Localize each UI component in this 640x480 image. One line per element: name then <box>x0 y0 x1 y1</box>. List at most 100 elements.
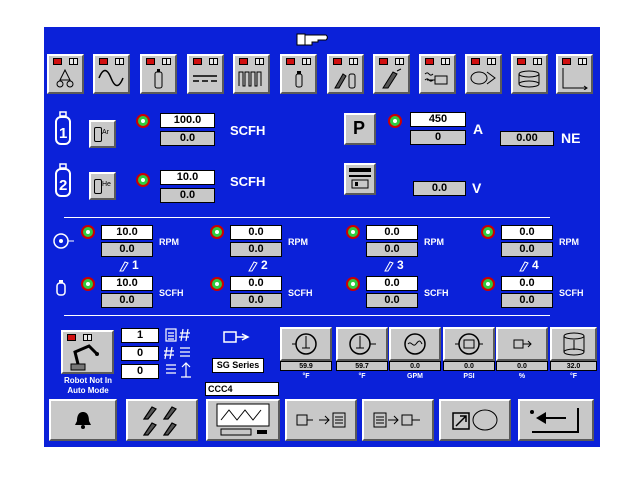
tank-temp-icon <box>563 332 584 356</box>
wire-gas-set-3[interactable]: 0.0 <box>366 276 418 291</box>
current-knob[interactable] <box>388 114 402 128</box>
red-flag-icon <box>471 58 480 65</box>
torch-icon <box>119 259 129 272</box>
wire-rpm-set-4[interactable]: 0.0 <box>501 225 553 240</box>
wire-rpm-actual-2: 0.0 <box>230 242 282 257</box>
gas-2-actual-value: 0.0 <box>160 188 215 203</box>
toolbar-button-9[interactable] <box>419 54 456 94</box>
sensor-unit-5: % <box>518 373 526 380</box>
gas-2-unit: SCFH <box>230 174 266 189</box>
power-p-button[interactable]: P <box>344 113 376 145</box>
counter-1[interactable]: 1 <box>121 328 159 343</box>
wire-gas-unit-3: SCFH <box>424 288 449 298</box>
wire-gas-set-4[interactable]: 0.0 <box>501 276 553 291</box>
red-flag-icon <box>425 58 434 65</box>
wire-rpm-knob-4[interactable] <box>481 225 495 239</box>
gas-1-type-button[interactable]: Ar <box>89 120 116 148</box>
wire-rpm-actual-4: 0.0 <box>501 242 553 257</box>
export-button[interactable] <box>285 399 357 441</box>
wire-gas-knob-3[interactable] <box>346 277 360 291</box>
sensor-button-4[interactable] <box>443 327 495 361</box>
wire-rpm-knob-3[interactable] <box>346 225 360 239</box>
red-flag-icon <box>67 334 76 341</box>
sensor-button-5[interactable] <box>496 327 548 361</box>
red-flag-icon <box>379 58 388 65</box>
wire-gas-actual-2: 0.0 <box>230 293 282 308</box>
pressure-gauge-icon <box>455 333 483 355</box>
wire-rpm-set-1[interactable]: 10.0 <box>101 225 153 240</box>
toolbar-button-5[interactable] <box>233 54 270 94</box>
toolbar-button-2[interactable] <box>93 54 130 94</box>
status-flag-icon <box>162 58 171 65</box>
current-actual-value: 0 <box>410 130 466 145</box>
toolbar-button-12[interactable] <box>556 54 593 94</box>
status-flag-icon <box>69 58 78 65</box>
wire-rpm-knob-1[interactable] <box>81 225 95 239</box>
wire-feed-icon <box>424 72 448 85</box>
gas-2-knob[interactable] <box>136 173 150 187</box>
divider <box>64 217 550 218</box>
counter-3[interactable]: 0 <box>121 364 159 379</box>
toolbar-button-10[interactable] <box>465 54 502 94</box>
wire-gas-knob-2[interactable] <box>210 277 224 291</box>
toolbar-button-7[interactable] <box>327 54 364 94</box>
robot-button[interactable] <box>61 330 114 374</box>
toolbar-button-3[interactable] <box>140 54 177 94</box>
multi-torch-button[interactable] <box>126 399 198 441</box>
counter-2[interactable]: 0 <box>121 346 159 361</box>
current-set-value[interactable]: 450 <box>410 112 466 127</box>
status-flag-icon <box>83 334 92 341</box>
toolbar-button-1[interactable] <box>47 54 84 94</box>
toolbar-button-6[interactable] <box>280 54 317 94</box>
thermometer-in-icon <box>292 333 317 355</box>
torch-icon <box>384 259 394 272</box>
torch-icon <box>248 259 258 272</box>
power-p-label: P <box>353 118 366 138</box>
wire-gas-set-2[interactable]: 0.0 <box>230 276 282 291</box>
status-flag-icon <box>487 58 496 65</box>
sensor-button-2[interactable] <box>336 327 388 361</box>
red-flag-icon <box>53 58 62 65</box>
wire-rpm-set-2[interactable]: 0.0 <box>230 225 282 240</box>
bottle-small-icon <box>295 71 303 88</box>
power-source-button[interactable] <box>344 163 376 195</box>
wire-rpm-knob-2[interactable] <box>210 225 224 239</box>
sensor-button-6[interactable] <box>550 327 597 361</box>
wire-gas-knob-4[interactable] <box>481 277 495 291</box>
series-label: SG Series <box>212 358 264 373</box>
bottle-small-icon <box>94 127 102 142</box>
sensor-unit-2: °F <box>358 373 366 380</box>
wire-gas-actual-3: 0.0 <box>366 293 418 308</box>
wire-gas-unit-4: SCFH <box>559 288 584 298</box>
sensor-unit-1: °F <box>302 373 310 380</box>
wire-rpm-unit-1: RPM <box>159 237 179 247</box>
pointing-hand-icon[interactable] <box>296 30 332 48</box>
gas-2-type-button[interactable]: He <box>89 172 116 200</box>
wire-gas-knob-1[interactable] <box>81 277 95 291</box>
sensor-button-3[interactable] <box>389 327 441 361</box>
return-button[interactable] <box>518 399 594 441</box>
gas-1-set-value[interactable]: 100.0 <box>160 113 215 128</box>
alarm-button[interactable] <box>49 399 117 441</box>
gas-1-knob[interactable] <box>136 114 150 128</box>
toolbar-button-4[interactable] <box>187 54 224 94</box>
window-button[interactable] <box>439 399 511 441</box>
sine-wave-icon <box>98 69 124 87</box>
welding-control-screen: 1 Ar 100.0 0.0 SCFH 2 He 10.0 0.0 SCFH P… <box>44 27 600 447</box>
display-screen-button[interactable] <box>206 399 280 441</box>
toolbar-button-11[interactable] <box>511 54 548 94</box>
wire-gas-set-1[interactable]: 10.0 <box>101 276 153 291</box>
toolbar-button-8[interactable] <box>373 54 410 94</box>
series-input[interactable]: CCC4 <box>205 382 279 396</box>
robot-arm-icon <box>70 344 99 371</box>
status-flag-icon <box>302 58 311 65</box>
import-button[interactable] <box>362 399 434 441</box>
bell-icon <box>75 412 91 429</box>
red-flag-icon <box>193 58 202 65</box>
red-flag-icon <box>239 58 248 65</box>
sensor-button-1[interactable] <box>280 327 332 361</box>
file-to-feeder-icon <box>373 412 420 428</box>
wire-spool-icon <box>52 232 74 250</box>
gas-2-set-value[interactable]: 10.0 <box>160 170 215 185</box>
wire-rpm-set-3[interactable]: 0.0 <box>366 225 418 240</box>
